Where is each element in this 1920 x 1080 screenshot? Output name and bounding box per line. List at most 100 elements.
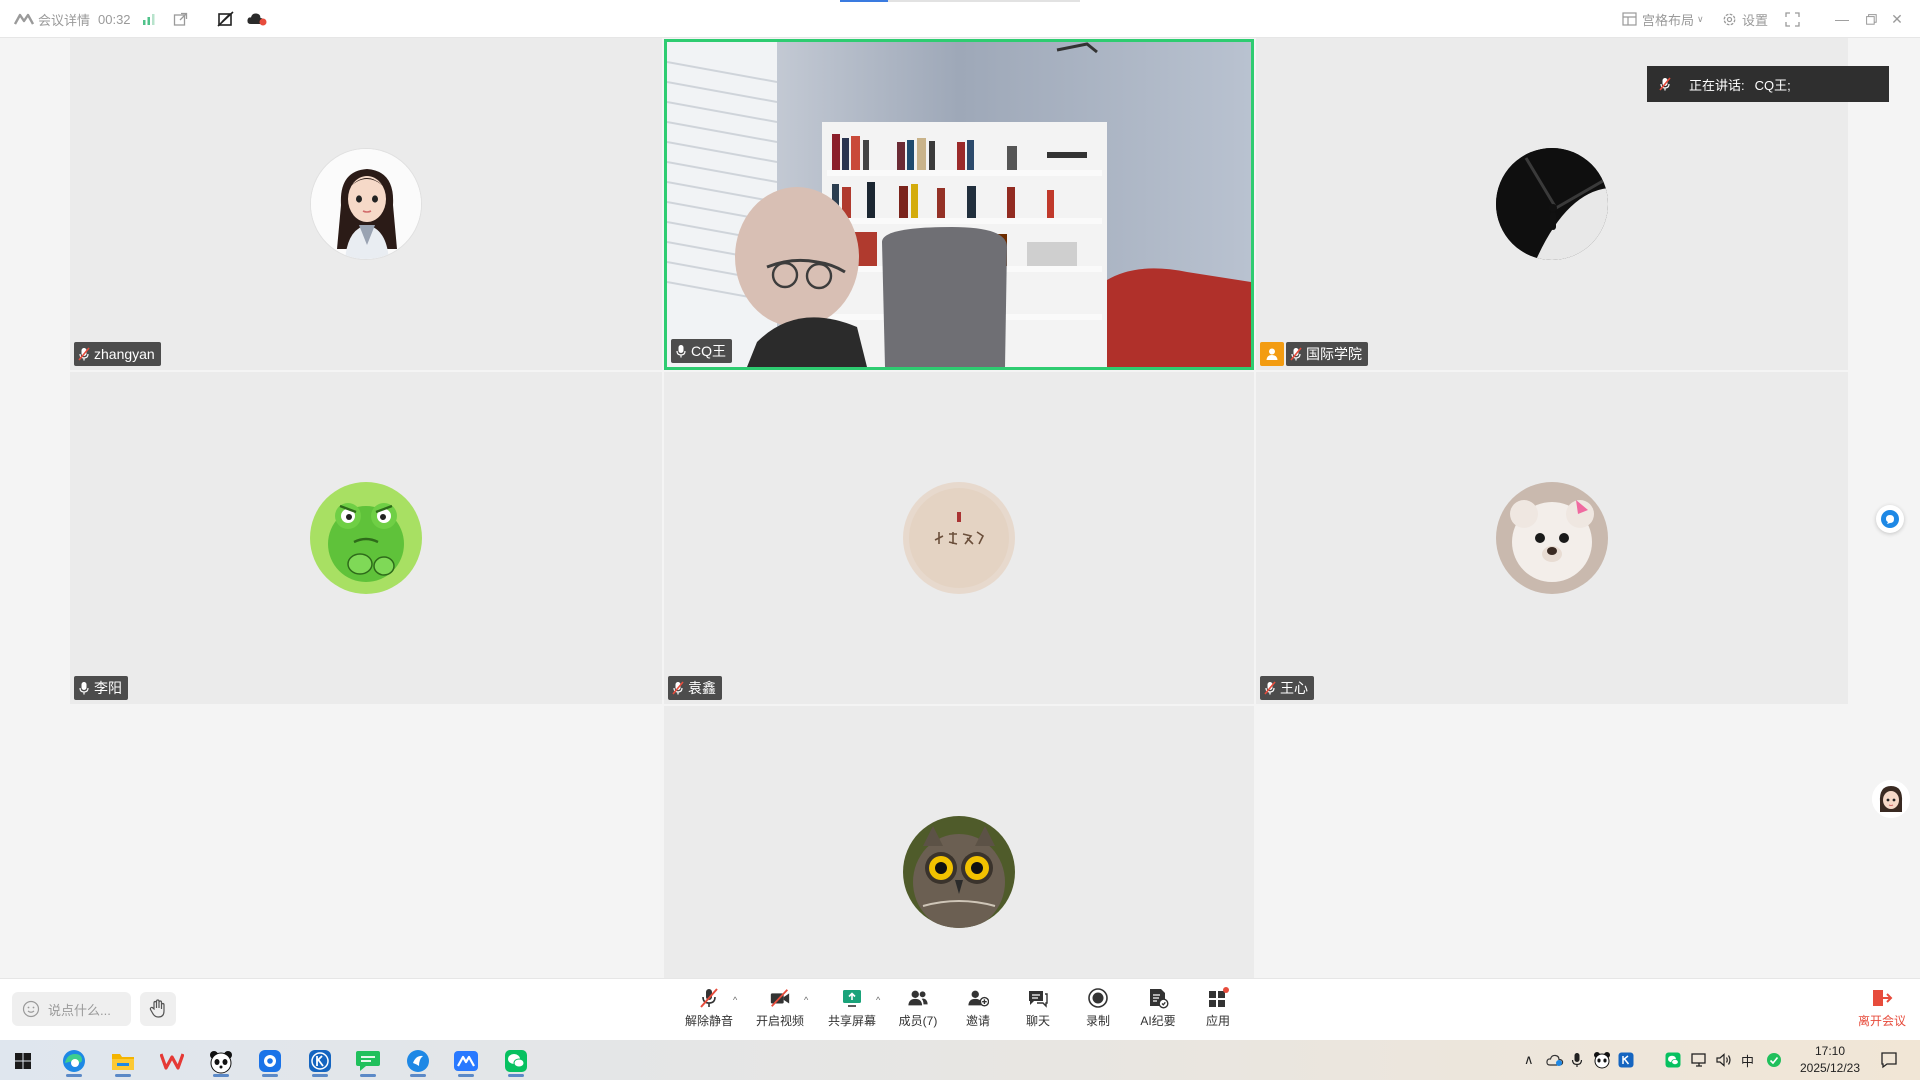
ai-avatar-icon [1872, 780, 1910, 818]
tencent-meeting-icon[interactable] [250, 1045, 290, 1077]
meeting-info-label: 会议详情 [38, 12, 91, 28]
host-badge-icon [1260, 342, 1284, 366]
raise-hand-button[interactable] [140, 992, 176, 1026]
wechat-icon[interactable] [496, 1045, 536, 1077]
title-bar: 会议详情 00:32 宫格布局 ∨ 设置 — ✕ [0, 0, 1920, 38]
participant-video [667, 42, 1251, 367]
tray-ime-indicator[interactable]: 中 [1741, 1040, 1754, 1080]
participant-name: 国际学院 [1306, 346, 1362, 362]
cloud-record-icon[interactable] [246, 0, 268, 38]
invite-button[interactable]: 邀请 [948, 987, 1008, 1035]
speaking-indicator: 正在讲话: CQ王; [1647, 66, 1889, 102]
audio-options-chevron-icon[interactable]: ^ [733, 995, 737, 1005]
close-icon[interactable]: ✕ [1882, 0, 1912, 38]
tray-k-app-icon[interactable] [1618, 1040, 1634, 1080]
no-edit-icon[interactable] [217, 0, 235, 38]
tray-wechat-icon[interactable] [1665, 1040, 1681, 1080]
speaking-name: CQ王; [1754, 77, 1791, 93]
avatar [1496, 482, 1608, 594]
apps-grid-icon [1209, 987, 1229, 1007]
meeting-info-button[interactable]: 会议详情 [14, 0, 90, 38]
signal-strength-icon[interactable] [142, 0, 156, 38]
system-clock[interactable]: 17:10 2025/12/23 [1790, 1043, 1870, 1077]
notification-center-icon[interactable] [1880, 1040, 1898, 1080]
mic-muted-icon [700, 988, 718, 1008]
record-button[interactable]: 录制 [1068, 987, 1128, 1035]
participant-tile-yuan-xin[interactable]: 袁鑫 [664, 372, 1254, 704]
participant-tile-cq-wang[interactable]: CQ王 [664, 39, 1254, 370]
k-app-icon[interactable] [300, 1045, 340, 1077]
video-options-chevron-icon[interactable]: ^ [804, 995, 808, 1005]
floating-ai-avatar-button[interactable] [1872, 780, 1910, 818]
tray-panda-icon[interactable] [1593, 1040, 1611, 1080]
share-screen-label: 共享屏幕 [827, 1014, 876, 1028]
mic-muted-icon [1659, 77, 1671, 91]
minimize-icon[interactable]: — [1827, 0, 1857, 38]
floating-assistant-button[interactable] [1876, 505, 1904, 533]
gear-icon [1723, 13, 1736, 25]
meeting-app-icon[interactable] [446, 1045, 486, 1077]
tray-network-icon[interactable] [1690, 1040, 1708, 1080]
mic-muted-icon [78, 347, 90, 361]
apps-button[interactable]: 应用 [1188, 987, 1248, 1035]
wps-office-icon[interactable] [152, 1045, 192, 1077]
members-icon [908, 990, 928, 1006]
file-explorer-icon[interactable] [103, 1045, 143, 1077]
name-tag: zhangyan [74, 342, 161, 366]
clock-time: 17:10 [1814, 1044, 1846, 1058]
chevron-down-icon: ∨ [1697, 13, 1704, 24]
share-screen-icon [843, 990, 861, 1007]
ai-minutes-button[interactable]: AI纪要 [1128, 987, 1188, 1035]
ai-minutes-label: AI纪要 [1140, 1014, 1176, 1028]
windows-start-icon[interactable] [3, 1045, 43, 1077]
record-label: 录制 [1085, 1014, 1110, 1028]
name-tag: CQ王 [671, 339, 732, 363]
participant-name: 袁鑫 [688, 680, 716, 696]
share-screen-button[interactable]: 共享屏幕 [822, 987, 882, 1035]
emoji-icon [22, 1000, 40, 1018]
edge-browser-icon[interactable] [54, 1045, 94, 1077]
tray-volume-icon[interactable] [1715, 1040, 1733, 1080]
os-taskbar: ∧ 中 17:10 2025/12/23 [0, 1040, 1920, 1080]
speaking-label: 正在讲话: [1689, 77, 1745, 93]
mic-muted-icon [672, 681, 684, 695]
participant-tile-owl[interactable] [664, 706, 1254, 978]
share-options-chevron-icon[interactable]: ^ [876, 995, 880, 1005]
avatar [903, 482, 1015, 594]
mic-icon [676, 345, 686, 358]
fullscreen-icon[interactable] [1785, 0, 1800, 38]
participant-tile-wang-xin[interactable]: 王心 [1256, 372, 1848, 704]
start-video-label: 开启视频 [755, 1014, 804, 1028]
chat-placeholder: 说点什么... [48, 1002, 111, 1018]
participant-name: 李阳 [94, 680, 122, 696]
avatar [903, 816, 1015, 928]
panda-app-icon[interactable] [201, 1045, 241, 1077]
name-tag: 李阳 [74, 676, 128, 700]
leave-meeting-button[interactable]: 离开会议 [1852, 987, 1912, 1035]
unmute-button[interactable]: 解除静音 [679, 987, 739, 1035]
message-app-icon[interactable] [348, 1045, 388, 1077]
start-video-button[interactable]: 开启视频 [750, 987, 810, 1035]
grid-layout-icon [1622, 12, 1637, 26]
feishu-app-icon[interactable] [398, 1045, 438, 1077]
members-button[interactable]: 成员(7) [888, 987, 948, 1035]
layout-dropdown[interactable]: 宫格布局 ∨ [1622, 0, 1704, 38]
exit-icon [1873, 990, 1893, 1006]
top-progress-bar [840, 0, 1080, 2]
apps-label: 应用 [1205, 1014, 1230, 1028]
tray-mic-icon[interactable] [1571, 1040, 1583, 1080]
tray-overflow-chevron-icon[interactable]: ∧ [1524, 1040, 1534, 1080]
participant-tile-zhangyan[interactable]: zhangyan [70, 38, 662, 370]
tray-status-icon[interactable] [1766, 1040, 1782, 1080]
ai-minutes-icon [1150, 989, 1169, 1009]
tray-cloud-icon[interactable] [1546, 1040, 1564, 1080]
camera-off-icon [770, 989, 790, 1007]
share-link-icon[interactable] [173, 0, 188, 38]
participant-name: zhangyan [94, 346, 155, 362]
settings-button[interactable]: 设置 [1722, 0, 1768, 38]
meeting-logo-icon [14, 13, 34, 25]
quick-chat-input[interactable]: 说点什么... [12, 992, 131, 1026]
chat-icon [1029, 991, 1048, 1008]
participant-tile-li-yang[interactable]: 李阳 [70, 372, 662, 704]
chat-button[interactable]: 聊天 [1008, 987, 1068, 1035]
